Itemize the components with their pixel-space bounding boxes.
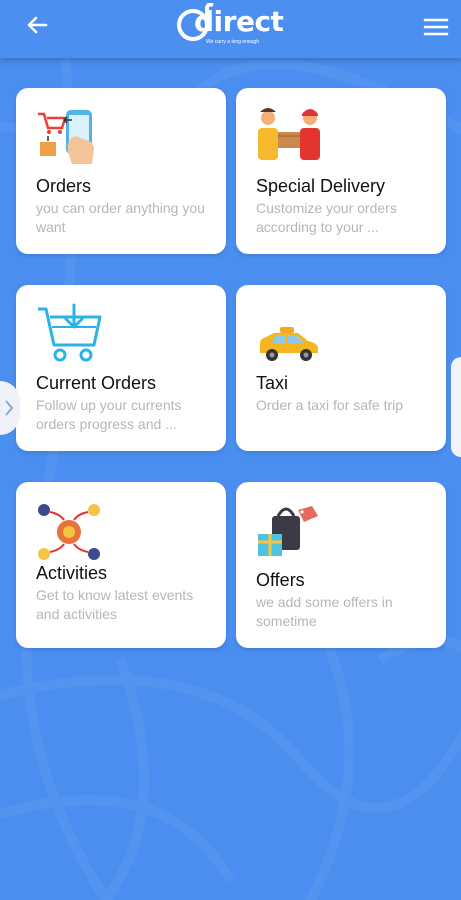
card-special-delivery[interactable]: Special Delivery Customize your orders a… [236, 88, 446, 254]
card-activities[interactable]: Activities Get to know latest events and… [16, 482, 226, 648]
card-description: we add some offers in sometime [256, 594, 393, 629]
app-logo: direct We carry a long enough [176, 3, 288, 53]
card-title: Orders [36, 176, 92, 196]
card-current-orders[interactable]: Current Orders Follow up your currents o… [16, 285, 226, 451]
menu-button[interactable] [420, 12, 452, 44]
card-title: Current Orders [36, 373, 157, 393]
orders-icon [38, 110, 94, 164]
logo-text: direct [194, 5, 284, 38]
card-orders[interactable]: Orders you can order anything you want [16, 88, 226, 254]
chevron-right-icon [5, 400, 14, 416]
card-title: Taxi [256, 373, 289, 393]
card-description: you can order anything you want [36, 200, 205, 235]
card-description: Customize your orders according to your … [256, 200, 397, 235]
taxi-icon [260, 327, 318, 361]
arrow-left-icon [27, 16, 48, 34]
special-delivery-icon [258, 108, 320, 160]
card-offers[interactable]: Offers we add some offers in sometime [236, 482, 446, 648]
card-title: Special Delivery [256, 176, 386, 196]
card-title: Offers [256, 570, 305, 590]
logo-tagline: We carry a long enough [206, 39, 259, 45]
drawer-handle[interactable] [0, 381, 20, 435]
card-taxi[interactable]: Taxi Order a taxi for safe trip [236, 285, 446, 451]
offers-icon [258, 506, 318, 556]
hamburger-menu-icon [423, 18, 449, 36]
activities-icon [38, 504, 100, 560]
card-description: Order a taxi for safe trip [256, 397, 404, 413]
card-description: Follow up your currents orders progress … [36, 397, 182, 432]
back-button[interactable] [22, 12, 54, 44]
right-edge-handle[interactable] [451, 357, 461, 457]
shopping-cart-icon [38, 303, 102, 362]
top-app-bar: direct We carry a long enough [0, 0, 461, 58]
card-description: Get to know latest events and activities [36, 587, 194, 622]
card-title: Activities [36, 563, 108, 583]
